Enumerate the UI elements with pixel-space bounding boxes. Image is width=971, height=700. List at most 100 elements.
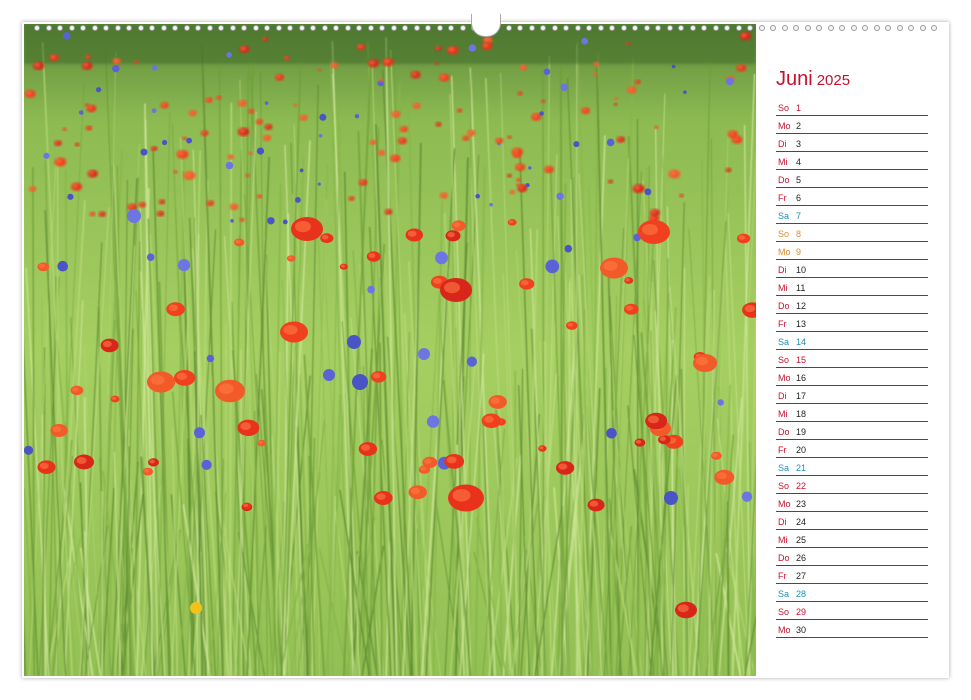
poppy-flower bbox=[399, 126, 408, 133]
binding-hole bbox=[712, 25, 719, 31]
cornflower bbox=[226, 52, 232, 58]
binding-hole bbox=[885, 25, 891, 31]
day-number: 25 bbox=[796, 535, 807, 545]
binding-hole bbox=[103, 25, 109, 31]
poppy-flower bbox=[237, 419, 260, 436]
day-number: 19 bbox=[796, 427, 807, 437]
poppy-flower bbox=[675, 601, 697, 619]
day-number: 8 bbox=[796, 229, 802, 239]
poppy-flower bbox=[679, 193, 684, 198]
poppy-flower bbox=[205, 97, 213, 103]
binding-hole bbox=[597, 25, 604, 31]
binding-hole bbox=[45, 25, 52, 31]
poppy-flower bbox=[634, 79, 641, 85]
cornflower bbox=[63, 32, 71, 40]
day-row: Mo 23 bbox=[776, 494, 928, 512]
poppy-flower bbox=[408, 485, 427, 500]
day-row: Mi 11 bbox=[776, 278, 928, 296]
cornflower bbox=[418, 348, 430, 360]
binding-hole bbox=[643, 25, 650, 31]
cornflower bbox=[206, 354, 215, 363]
cornflower bbox=[319, 113, 327, 121]
cornflower bbox=[683, 90, 687, 94]
binding-hole bbox=[229, 25, 236, 31]
poppy-flower bbox=[736, 64, 747, 72]
cornflower bbox=[57, 260, 68, 272]
poppy-flower bbox=[280, 321, 308, 343]
day-row: Mi 25 bbox=[776, 530, 928, 548]
cornflower bbox=[468, 44, 477, 52]
cornflower bbox=[225, 161, 234, 170]
day-row: Mi 4 bbox=[776, 152, 928, 170]
poppy-flower bbox=[446, 45, 459, 55]
poppy-flower bbox=[284, 55, 290, 61]
poppy-flower bbox=[566, 321, 578, 330]
poppy-flower bbox=[377, 149, 386, 156]
weekday-label: Di bbox=[778, 139, 787, 149]
binding-hole bbox=[356, 25, 362, 31]
cornflower bbox=[264, 101, 269, 105]
poppy-flower bbox=[150, 146, 158, 151]
binding-hole bbox=[298, 25, 305, 31]
cornflower bbox=[194, 427, 205, 439]
poppy-flower bbox=[515, 183, 520, 187]
weekday-label: Mi bbox=[778, 283, 788, 293]
binding-hole bbox=[563, 25, 569, 31]
binding-hole bbox=[804, 25, 811, 31]
weekday-label: Fr bbox=[778, 193, 787, 203]
poppy-flower bbox=[87, 169, 98, 178]
yellow-flower bbox=[190, 602, 202, 614]
cornflower bbox=[267, 217, 275, 225]
day-row: Do 19 bbox=[776, 422, 928, 440]
poppy-flower bbox=[519, 64, 527, 71]
cornflower bbox=[741, 491, 753, 502]
cornflower bbox=[435, 251, 448, 265]
cornflower bbox=[606, 138, 615, 147]
poppy-flower bbox=[638, 220, 670, 244]
poppy-flower bbox=[256, 194, 263, 199]
poppy-flower bbox=[229, 203, 239, 211]
binding-hole bbox=[701, 25, 707, 31]
day-row: Do 12 bbox=[776, 296, 928, 314]
poppy-flower bbox=[299, 114, 308, 121]
binding-hole bbox=[436, 25, 443, 31]
poppy-flower bbox=[519, 278, 535, 290]
cornflower bbox=[140, 148, 148, 156]
poppy-flower bbox=[649, 209, 661, 217]
poppy-flower bbox=[410, 70, 421, 79]
poppy-flower bbox=[257, 439, 266, 447]
binding-hole bbox=[137, 25, 144, 31]
cornflower bbox=[112, 64, 120, 73]
poppy-flower bbox=[74, 454, 94, 470]
poppy-flower bbox=[382, 57, 394, 67]
poppy-flower bbox=[625, 42, 631, 46]
poppy-flower bbox=[624, 277, 634, 284]
day-row: Do 26 bbox=[776, 548, 928, 566]
binding-hole bbox=[413, 25, 420, 31]
day-row: Fr 13 bbox=[776, 314, 928, 332]
day-number: 10 bbox=[796, 265, 807, 275]
binding-hole bbox=[770, 25, 776, 31]
binding-hole bbox=[678, 25, 684, 31]
binding-hole bbox=[114, 25, 121, 31]
poppy-flower bbox=[467, 129, 476, 137]
poppy-flower bbox=[600, 257, 628, 279]
binding-hole bbox=[310, 25, 316, 31]
meadow-image bbox=[24, 24, 756, 676]
poppy-flower bbox=[739, 31, 752, 41]
binding-hole bbox=[333, 25, 339, 31]
binding-hole bbox=[735, 25, 742, 31]
cornflower bbox=[528, 166, 532, 170]
day-row: So 15 bbox=[776, 350, 928, 368]
poppy-flower bbox=[339, 263, 348, 270]
poppy-flower bbox=[358, 179, 368, 186]
cornflower bbox=[560, 83, 569, 92]
poppy-flower bbox=[507, 135, 512, 139]
weekday-label: So bbox=[778, 355, 790, 365]
weekday-label: Mo bbox=[778, 247, 791, 257]
weekday-label: Do bbox=[778, 427, 790, 437]
poppy-flower bbox=[613, 102, 618, 106]
poppy-flower bbox=[356, 43, 366, 51]
poppy-flower bbox=[74, 142, 80, 147]
cornflower bbox=[564, 244, 573, 253]
